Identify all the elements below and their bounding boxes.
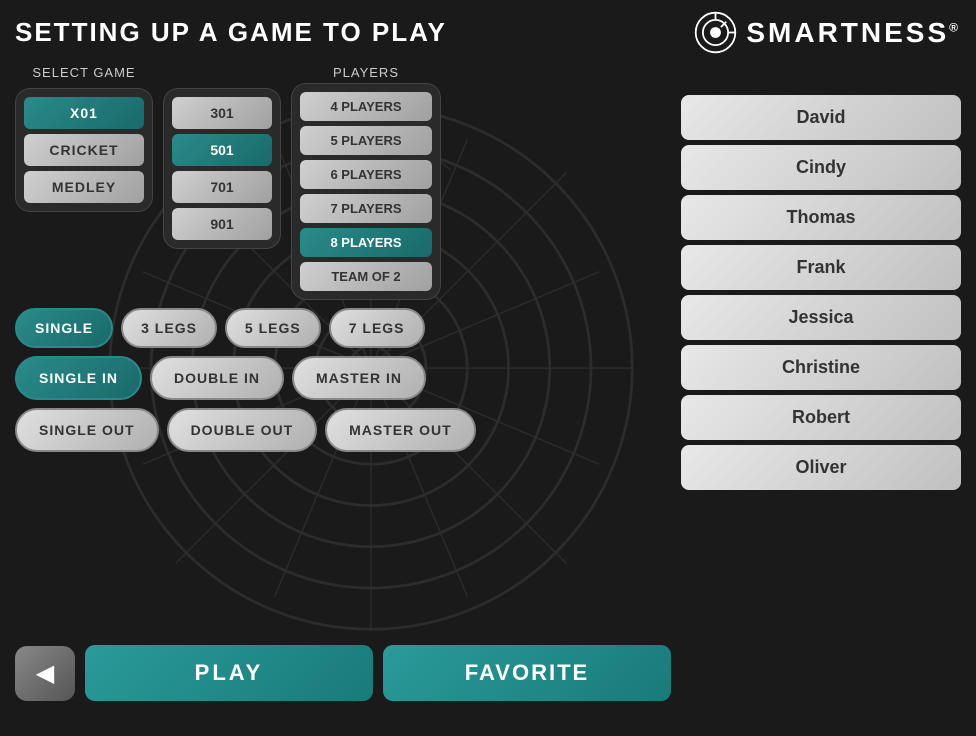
player-count-team2[interactable]: TEAM OF 2 <box>300 262 432 291</box>
back-button[interactable]: ◀ <box>15 646 75 701</box>
players-section: PLAYERS 4 PLAYERS 5 PLAYERS 6 PLAYERS 7 … <box>291 65 441 300</box>
in-single[interactable]: SINGLE IN <box>15 356 142 400</box>
out-options-row: SINGLE OUT DOUBLE OUT MASTER OUT <box>15 408 671 452</box>
select-game-label: SELECT GAME <box>32 65 135 80</box>
out-double[interactable]: DOUBLE OUT <box>167 408 318 452</box>
game-btn-cricket[interactable]: CRICKET <box>24 134 144 166</box>
game-number-panel: 301 501 701 901 <box>163 88 281 249</box>
player-count-8[interactable]: 8 PLAYERS <box>300 228 432 257</box>
out-master[interactable]: MASTER OUT <box>325 408 476 452</box>
game-number-section: 301 501 701 901 <box>163 65 281 249</box>
num-btn-501[interactable]: 501 <box>172 134 272 166</box>
player-count-4[interactable]: 4 PLAYERS <box>300 92 432 121</box>
legs-single[interactable]: SINGLE <box>15 308 113 348</box>
players-panel: 4 PLAYERS 5 PLAYERS 6 PLAYERS 7 PLAYERS … <box>291 83 441 300</box>
play-button[interactable]: PLAY <box>85 645 373 701</box>
game-btn-x01[interactable]: X01 <box>24 97 144 129</box>
player-robert[interactable]: Robert <box>681 395 961 440</box>
num-btn-901[interactable]: 901 <box>172 208 272 240</box>
player-count-5[interactable]: 5 PLAYERS <box>300 126 432 155</box>
bottom-buttons: ◀ PLAY FAVORITE <box>15 645 671 701</box>
player-count-6[interactable]: 6 PLAYERS <box>300 160 432 189</box>
logo-icon <box>693 10 738 55</box>
game-btn-medley[interactable]: MEDLEY <box>24 171 144 203</box>
player-frank[interactable]: Frank <box>681 245 961 290</box>
game-type-section: SELECT GAME X01 CRICKET MEDLEY <box>15 65 153 212</box>
player-thomas[interactable]: Thomas <box>681 195 961 240</box>
player-david[interactable]: David <box>681 95 961 140</box>
num-btn-301[interactable]: 301 <box>172 97 272 129</box>
legs-row: SINGLE 3 LEGS 5 LEGS 7 LEGS <box>15 308 671 348</box>
players-label: PLAYERS <box>333 65 399 80</box>
game-type-panel: X01 CRICKET MEDLEY <box>15 88 153 212</box>
in-double[interactable]: DOUBLE IN <box>150 356 284 400</box>
page-title: SETTING UP A GAME TO PLAY <box>15 17 447 48</box>
logo-text: SMARTNESS® <box>746 17 961 49</box>
legs-5[interactable]: 5 LEGS <box>225 308 321 348</box>
legs-3[interactable]: 3 LEGS <box>121 308 217 348</box>
player-christine[interactable]: Christine <box>681 345 961 390</box>
favorite-button[interactable]: FAVORITE <box>383 645 671 701</box>
header: SETTING UP A GAME TO PLAY SMARTNESS® <box>15 10 961 55</box>
player-cindy[interactable]: Cindy <box>681 145 961 190</box>
legs-7[interactable]: 7 LEGS <box>329 308 425 348</box>
in-master[interactable]: MASTER IN <box>292 356 426 400</box>
main-layout: SELECT GAME X01 CRICKET MEDLEY 301 501 7… <box>15 65 961 701</box>
out-single[interactable]: SINGLE OUT <box>15 408 159 452</box>
player-oliver[interactable]: Oliver <box>681 445 961 490</box>
left-panel: SELECT GAME X01 CRICKET MEDLEY 301 501 7… <box>15 65 671 701</box>
logo: SMARTNESS® <box>693 10 961 55</box>
player-list-panel: David Cindy Thomas Frank Jessica Christi… <box>681 65 961 701</box>
num-btn-701[interactable]: 701 <box>172 171 272 203</box>
player-count-7[interactable]: 7 PLAYERS <box>300 194 432 223</box>
player-jessica[interactable]: Jessica <box>681 295 961 340</box>
in-options-row: SINGLE IN DOUBLE IN MASTER IN <box>15 356 671 400</box>
number-label <box>220 65 225 80</box>
